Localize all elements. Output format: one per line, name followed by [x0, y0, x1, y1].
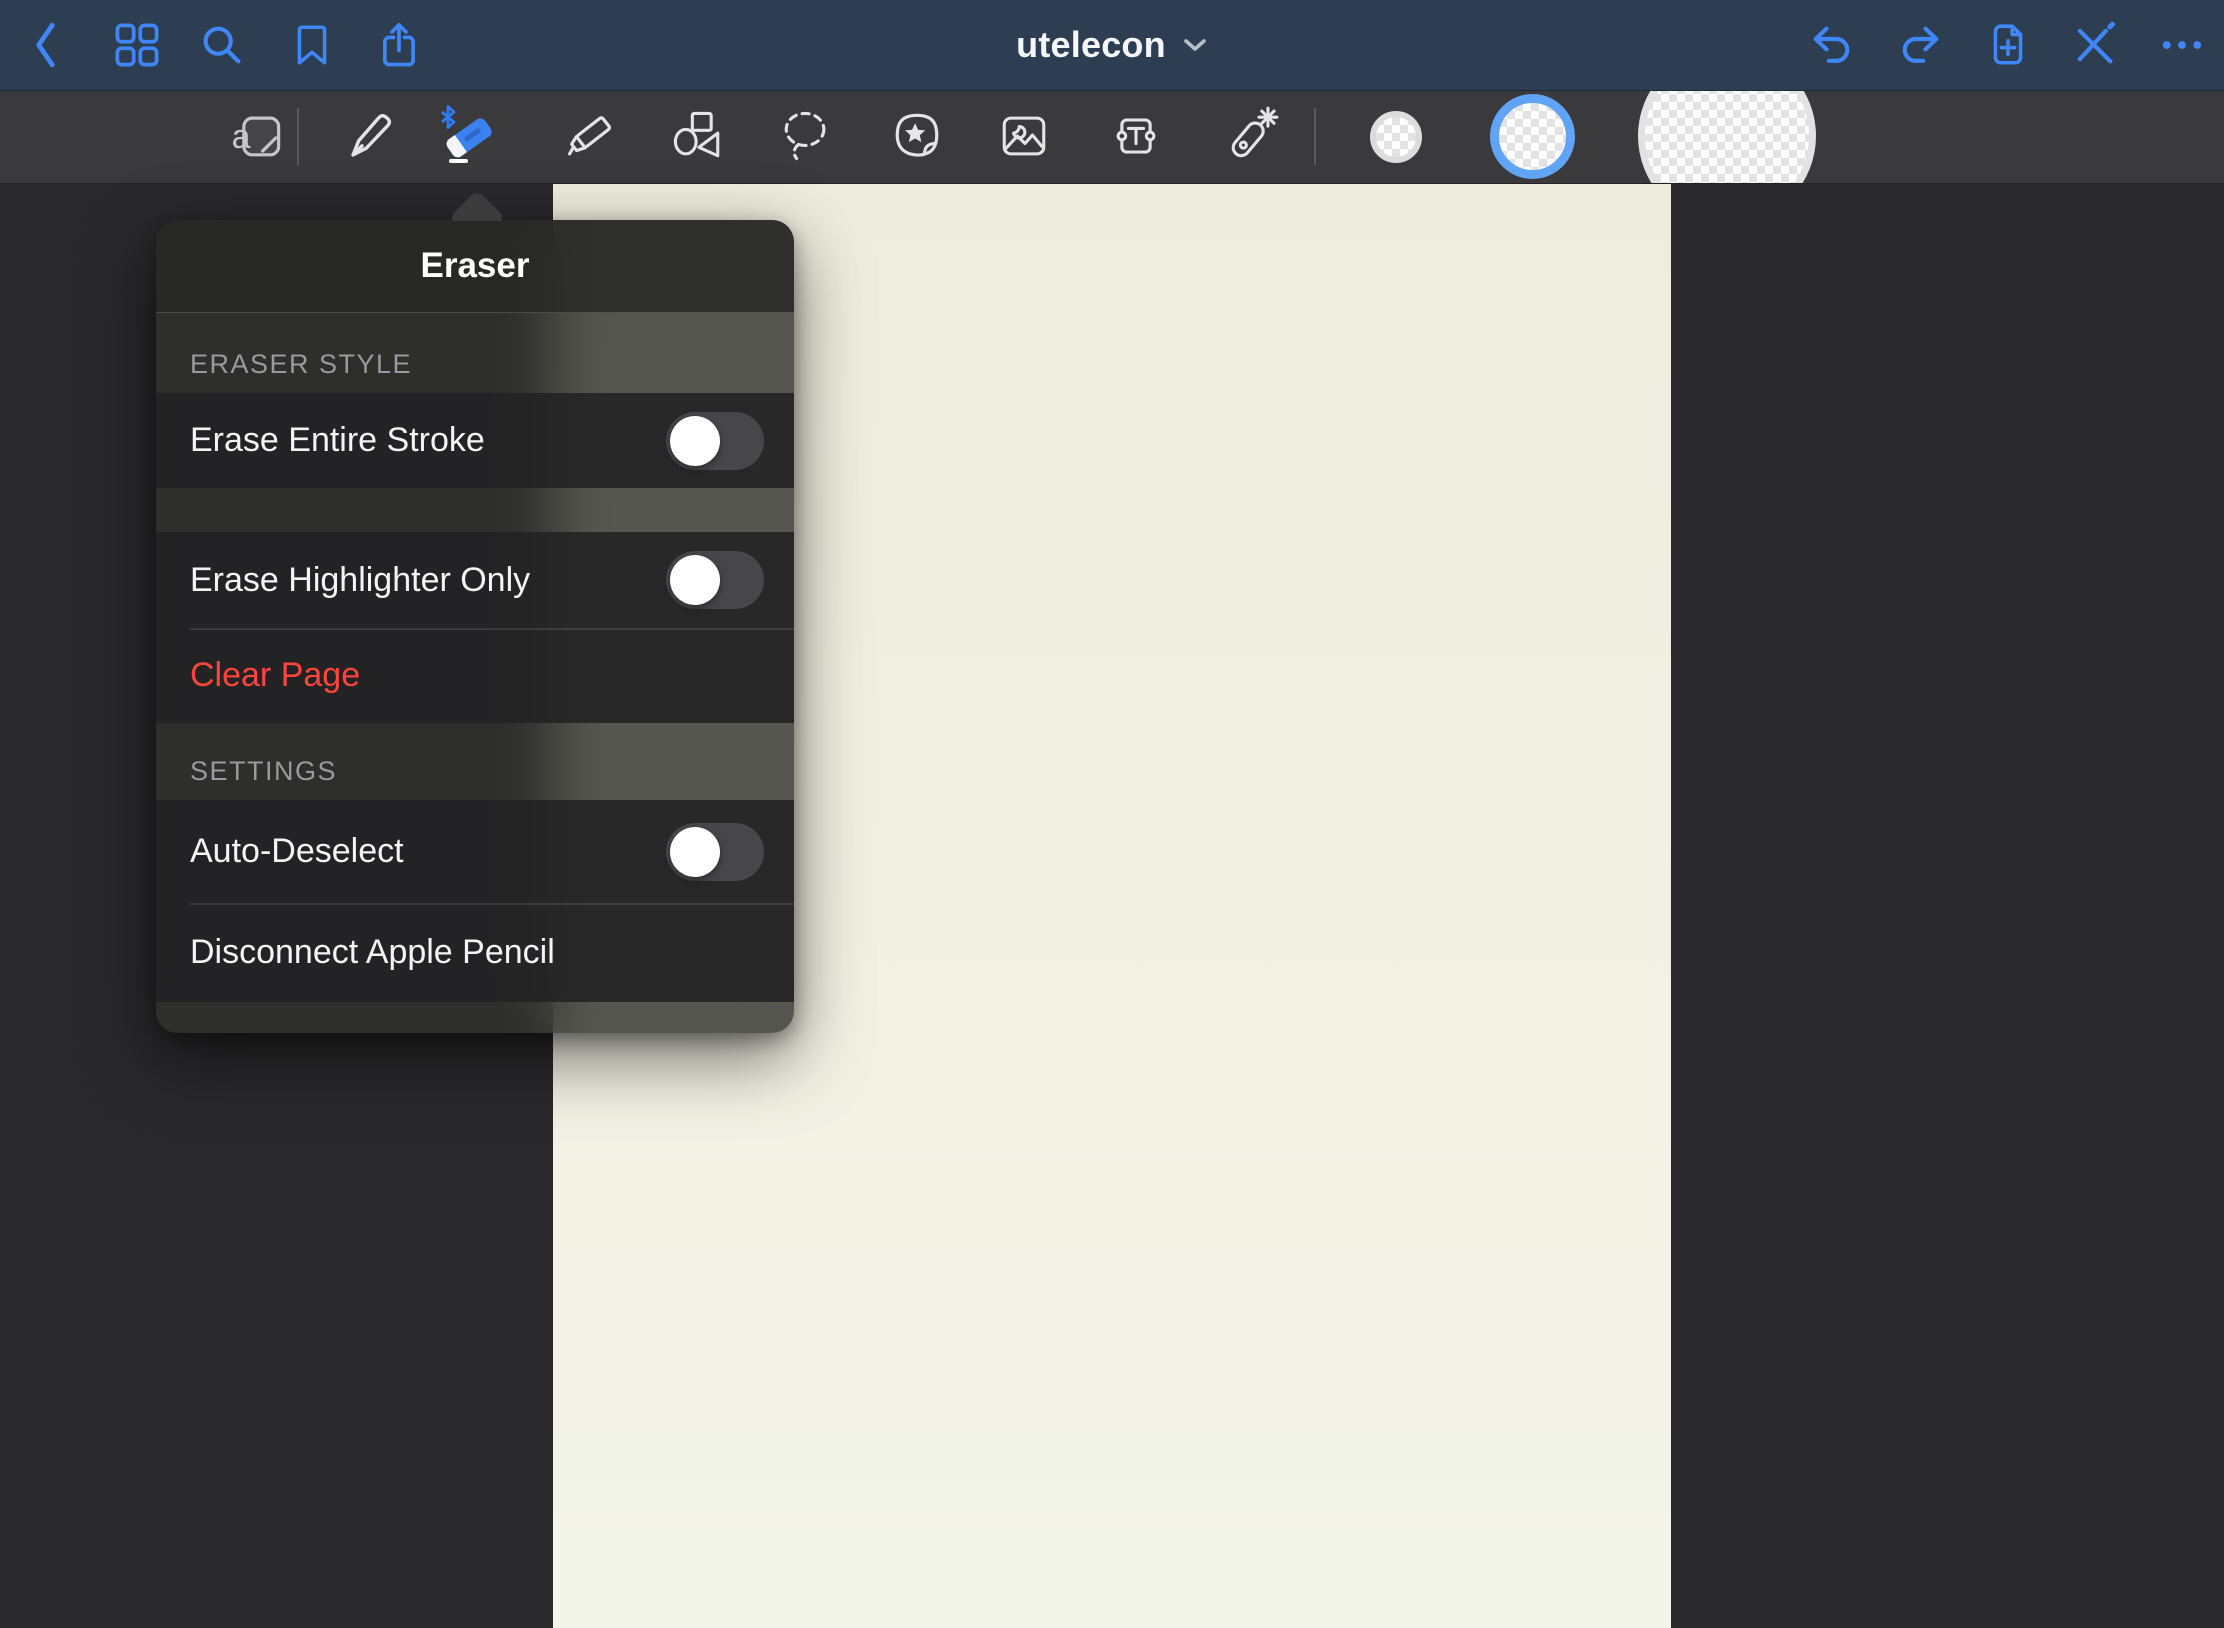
section-eraser-style: ERASER STYLE [156, 313, 794, 393]
more-options-button[interactable] [2151, 0, 2213, 90]
section-label: SETTINGS [190, 756, 337, 787]
toggle-knob [670, 827, 720, 877]
bookmark-button[interactable] [281, 0, 343, 90]
search-icon [198, 21, 246, 69]
tools-toolbar: a [0, 90, 2224, 184]
text-icon [1104, 104, 1168, 168]
undo-button[interactable] [1801, 0, 1863, 90]
eraser-size-medium-selected[interactable] [1490, 94, 1575, 179]
tool-zoom-window[interactable]: a [223, 102, 291, 170]
toolbar-divider [297, 108, 299, 165]
highlighter-icon [555, 104, 619, 168]
popover-caret [447, 186, 507, 221]
toggle-knob [670, 416, 720, 466]
redo-icon [1895, 21, 1945, 69]
row-label: Erase Highlighter Only [190, 561, 530, 600]
bookmark-icon [289, 21, 335, 69]
pen-icon [338, 104, 402, 168]
tool-laser-pointer[interactable] [1217, 102, 1285, 170]
toolbar-divider [1314, 108, 1316, 165]
document-title: utelecon [1016, 24, 1166, 66]
clear-page-button[interactable]: Clear Page [190, 656, 360, 695]
share-button[interactable] [368, 0, 430, 90]
svg-text:a: a [232, 118, 251, 156]
tool-pen[interactable] [336, 102, 404, 170]
row-auto-deselect[interactable]: Auto-Deselect [156, 800, 794, 903]
tool-eraser[interactable] [434, 102, 502, 170]
toggle-erase-entire-stroke[interactable] [666, 412, 764, 470]
navigation-bar: utelecon [0, 0, 2224, 91]
laser-pointer-icon [1219, 104, 1283, 168]
lasso-icon [774, 104, 838, 168]
row-erase-entire-stroke[interactable]: Erase Entire Stroke [156, 393, 794, 488]
section-settings: SETTINGS [156, 723, 794, 800]
back-button[interactable] [14, 0, 76, 90]
grid-icon [113, 21, 161, 69]
zoom-window-icon: a [225, 104, 289, 168]
row-label: Auto-Deselect [190, 832, 404, 871]
section-label: ERASER STYLE [190, 349, 412, 380]
row-label: Erase Entire Stroke [190, 421, 485, 460]
tool-lasso[interactable] [772, 102, 840, 170]
bluetooth-icon [442, 107, 454, 128]
section-spacer [156, 488, 794, 532]
add-page-button[interactable] [1977, 0, 2039, 90]
popover-title: Eraser [421, 246, 530, 286]
search-button[interactable] [191, 0, 253, 90]
undo-icon [1807, 21, 1857, 69]
share-icon [375, 20, 423, 70]
toggle-knob [670, 555, 720, 605]
image-icon [992, 104, 1056, 168]
disconnect-apple-pencil-button[interactable]: Disconnect Apple Pencil [190, 933, 555, 972]
goodnotes-app-screen: utelecon [0, 0, 2224, 1628]
chevron-down-icon [1182, 36, 1208, 54]
tool-elements[interactable] [883, 102, 951, 170]
pages-overview-button[interactable] [106, 0, 168, 90]
chevron-left-icon [30, 20, 60, 70]
eraser-icon [434, 102, 502, 170]
eraser-size-small[interactable] [1370, 111, 1422, 163]
eraser-popover: Eraser ERASER STYLE Erase Entire Stroke … [156, 220, 794, 1033]
tool-image[interactable] [990, 102, 1058, 170]
tool-highlighter[interactable] [553, 102, 621, 170]
row-erase-highlighter-only[interactable]: Erase Highlighter Only [156, 532, 794, 628]
shapes-icon [666, 104, 730, 168]
eraser-size-large[interactable] [1638, 90, 1816, 184]
popover-header: Eraser [156, 220, 794, 313]
tool-shapes[interactable] [664, 102, 732, 170]
tool-text[interactable] [1102, 102, 1170, 170]
add-page-icon [1985, 20, 2031, 70]
row-disconnect-apple-pencil[interactable]: Disconnect Apple Pencil [156, 903, 794, 1002]
toggle-erase-highlighter-only[interactable] [666, 551, 764, 609]
document-title-menu[interactable]: utelecon [1016, 24, 1208, 66]
popover-bottom-strip [156, 1002, 794, 1033]
elements-sticker-icon [885, 104, 949, 168]
row-clear-page[interactable]: Clear Page [156, 628, 794, 723]
read-only-mode-button[interactable] [2063, 0, 2125, 90]
redo-button[interactable] [1889, 0, 1951, 90]
pen-off-icon [2070, 21, 2118, 69]
ellipsis-icon [2157, 21, 2207, 69]
toggle-auto-deselect[interactable] [666, 823, 764, 881]
